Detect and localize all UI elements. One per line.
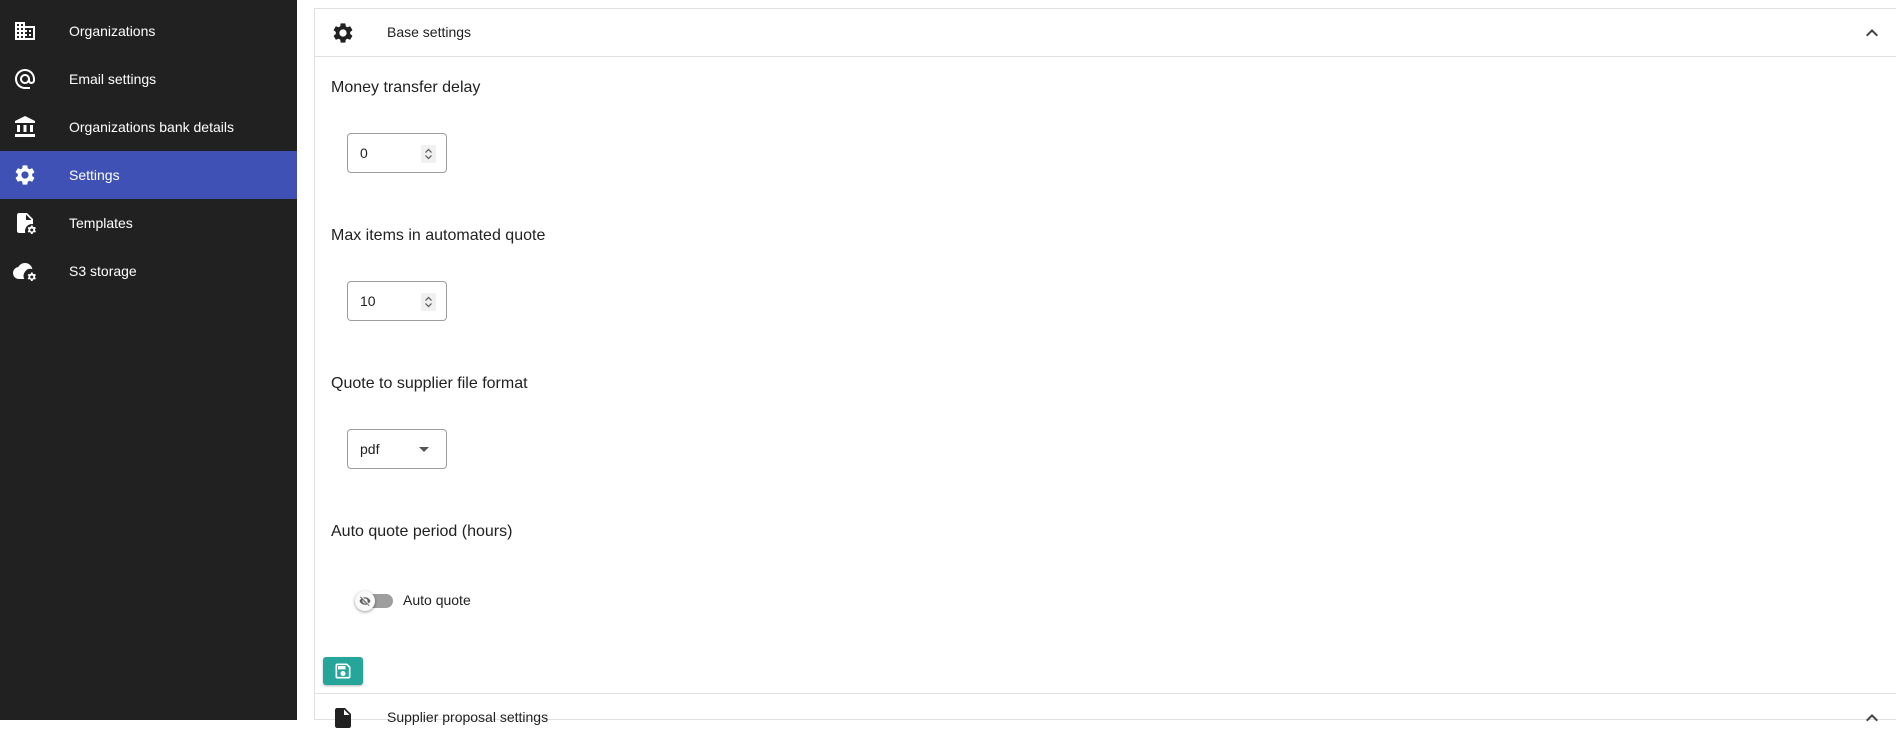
sidebar-item-organizations[interactable]: Organizations — [0, 7, 297, 55]
sidebar-item-label: Organizations bank details — [69, 119, 234, 135]
save-button[interactable] — [323, 657, 363, 685]
file-format-select[interactable]: pdf — [347, 429, 447, 469]
sidebar-item-label: Settings — [69, 167, 120, 183]
bank-icon — [13, 115, 37, 139]
visibility-off-icon — [359, 596, 371, 606]
toggle-thumb — [355, 591, 375, 611]
max-items-input[interactable]: 10 — [347, 281, 447, 321]
file-format-label: Quote to supplier file format — [331, 375, 528, 392]
auto-quote-label: Auto quote — [403, 592, 471, 608]
gear-icon — [13, 163, 37, 187]
file-icon — [331, 706, 355, 730]
sidebar-item-templates[interactable]: Templates — [0, 199, 297, 247]
auto-quote-toggle[interactable] — [355, 588, 395, 612]
base-settings-panel: Base settings Money transfer delay 0 Max… — [314, 8, 1896, 728]
money-transfer-delay-label: Money transfer delay — [331, 79, 481, 96]
max-items-value: 10 — [360, 293, 376, 309]
gear-icon — [331, 21, 355, 45]
max-items-label: Max items in automated quote — [331, 227, 546, 244]
auto-quote-period-label: Auto quote period (hours) — [331, 523, 513, 540]
sidebar-item-label: Email settings — [69, 71, 157, 87]
caret-down-icon — [419, 447, 429, 452]
sidebar-item-bank-details[interactable]: Organizations bank details — [0, 103, 297, 151]
chevron-up-icon[interactable] — [1860, 21, 1884, 45]
base-settings-title: Base settings — [387, 24, 472, 40]
supplier-proposal-title: Supplier proposal settings — [387, 709, 549, 725]
money-transfer-delay-value: 0 — [360, 145, 368, 161]
base-settings-header[interactable]: Base settings — [315, 9, 1896, 57]
sidebar-item-label: Organizations — [69, 23, 156, 39]
sidebar-item-label: Templates — [69, 215, 133, 231]
sidebar-item-s3-storage[interactable]: S3 storage — [0, 247, 297, 295]
number-stepper[interactable] — [421, 145, 436, 163]
chevron-up-icon[interactable] — [1860, 706, 1884, 730]
sidebar-item-settings[interactable]: Settings — [0, 151, 297, 199]
sidebar-item-email-settings[interactable]: Email settings — [0, 55, 297, 103]
sidebar: Organizations Email settings Organizatio… — [0, 0, 297, 720]
at-sign-icon — [13, 67, 37, 91]
number-stepper[interactable] — [421, 293, 436, 311]
file-cog-icon — [13, 211, 37, 235]
money-transfer-delay-input[interactable]: 0 — [347, 133, 447, 173]
cloud-cog-icon — [13, 259, 37, 283]
save-icon — [335, 663, 351, 679]
file-format-value: pdf — [360, 441, 380, 457]
sidebar-item-label: S3 storage — [69, 263, 137, 279]
building-icon — [13, 19, 37, 43]
supplier-proposal-header[interactable]: Supplier proposal settings — [315, 693, 1896, 741]
